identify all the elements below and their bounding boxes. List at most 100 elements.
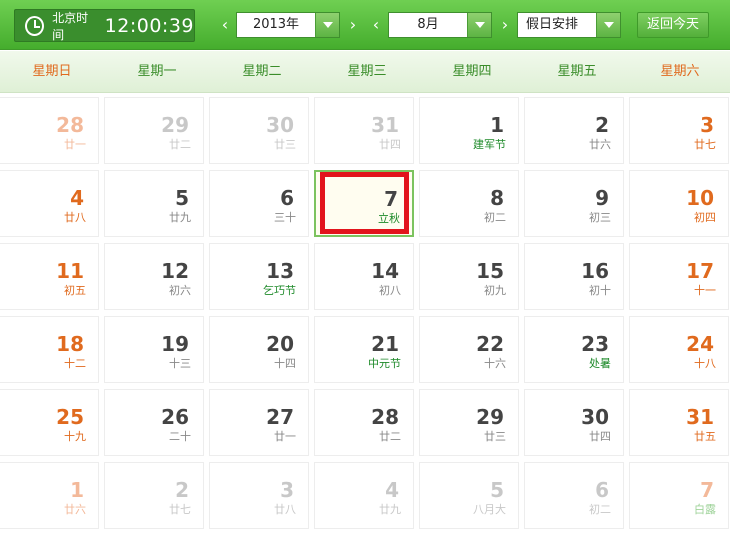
chevron-down-icon[interactable] bbox=[315, 13, 339, 37]
day-cell[interactable]: 18 十二 bbox=[0, 316, 99, 383]
lunar-date: 廿三 bbox=[274, 138, 296, 151]
lunar-date: 十三 bbox=[169, 357, 191, 370]
lunar-date: 廿八 bbox=[64, 211, 86, 224]
day-cell[interactable]: 26 二十 bbox=[104, 389, 204, 456]
prev-month-arrow-icon[interactable]: ‹ bbox=[369, 14, 383, 36]
day-cell[interactable]: 22 十六 bbox=[419, 316, 519, 383]
day-cell[interactable]: 8 初二 bbox=[419, 170, 519, 237]
day-cell[interactable]: 2 廿六 bbox=[524, 97, 624, 164]
day-cell[interactable]: 1 建军节 bbox=[419, 97, 519, 164]
day-cell[interactable]: 21 中元节 bbox=[314, 316, 414, 383]
lunar-date: 廿九 bbox=[169, 211, 191, 224]
day-cell[interactable]: 25 十九 bbox=[0, 389, 99, 456]
lunar-date: 廿一 bbox=[274, 430, 296, 443]
lunar-date: 廿一 bbox=[64, 138, 86, 151]
day-cell[interactable]: 5 八月大 bbox=[419, 462, 519, 529]
lunar-date: 八月大 bbox=[473, 503, 506, 516]
day-cell[interactable]: 2 廿七 bbox=[104, 462, 204, 529]
day-cell[interactable]: 30 廿四 bbox=[524, 389, 624, 456]
lunar-date: 十八 bbox=[694, 357, 716, 370]
weekday-wed: 星期三 bbox=[347, 64, 387, 79]
weekday-mon: 星期一 bbox=[137, 64, 177, 79]
prev-year-arrow-icon[interactable]: ‹ bbox=[218, 14, 232, 36]
day-cell[interactable]: 12 初六 bbox=[104, 243, 204, 310]
day-cell[interactable]: 29 廿三 bbox=[419, 389, 519, 456]
day-cell[interactable]: 28 廿二 bbox=[314, 389, 414, 456]
festival-label: 中元节 bbox=[368, 357, 401, 370]
lunar-date: 十六 bbox=[484, 357, 506, 370]
day-number: 9 bbox=[595, 186, 609, 210]
day-number: 11 bbox=[56, 259, 84, 283]
day-number: 16 bbox=[581, 259, 609, 283]
day-cell[interactable]: 30 廿三 bbox=[209, 97, 309, 164]
day-number: 18 bbox=[56, 332, 84, 356]
lunar-date: 廿四 bbox=[589, 430, 611, 443]
lunar-date: 十一 bbox=[694, 284, 716, 297]
day-number: 22 bbox=[476, 332, 504, 356]
day-cell-today[interactable]: 7 立秋 bbox=[314, 170, 414, 237]
chevron-down-icon[interactable] bbox=[467, 13, 491, 37]
lunar-date: 初二 bbox=[484, 211, 506, 224]
day-cell[interactable]: 5 廿九 bbox=[104, 170, 204, 237]
day-cell[interactable]: 20 十四 bbox=[209, 316, 309, 383]
month-select[interactable]: 8月 bbox=[388, 12, 492, 38]
day-number: 28 bbox=[371, 405, 399, 429]
lunar-date: 廿九 bbox=[379, 503, 401, 516]
day-cell[interactable]: 6 三十 bbox=[209, 170, 309, 237]
day-cell[interactable]: 7 白露 bbox=[629, 462, 729, 529]
day-number: 28 bbox=[56, 113, 84, 137]
day-cell[interactable]: 17 十一 bbox=[629, 243, 729, 310]
festival-label: 白露 bbox=[694, 503, 716, 516]
day-cell[interactable]: 1 廿六 bbox=[0, 462, 99, 529]
holiday-select[interactable]: 假日安排 bbox=[517, 12, 621, 38]
next-year-arrow-icon[interactable]: › bbox=[346, 14, 360, 36]
day-cell[interactable]: 15 初九 bbox=[419, 243, 519, 310]
clock-label: 北京时间 bbox=[52, 10, 89, 42]
day-number: 2 bbox=[175, 478, 189, 502]
chevron-down-icon[interactable] bbox=[596, 13, 620, 37]
day-cell[interactable]: 27 廿一 bbox=[209, 389, 309, 456]
festival-label: 处暑 bbox=[589, 357, 611, 370]
day-cell[interactable]: 9 初三 bbox=[524, 170, 624, 237]
lunar-date: 廿六 bbox=[589, 138, 611, 151]
day-number: 23 bbox=[581, 332, 609, 356]
day-cell[interactable]: 3 廿八 bbox=[209, 462, 309, 529]
day-cell[interactable]: 19 十三 bbox=[104, 316, 204, 383]
lunar-date: 十四 bbox=[274, 357, 296, 370]
day-cell[interactable]: 28 廿一 bbox=[0, 97, 99, 164]
day-number: 21 bbox=[371, 332, 399, 356]
next-month-arrow-icon[interactable]: › bbox=[498, 14, 512, 36]
day-number: 7 bbox=[700, 478, 714, 502]
day-cell[interactable]: 6 初二 bbox=[524, 462, 624, 529]
day-cell[interactable]: 31 廿五 bbox=[629, 389, 729, 456]
lunar-date: 廿六 bbox=[64, 503, 86, 516]
day-cell[interactable]: 24 十八 bbox=[629, 316, 729, 383]
day-cell[interactable]: 10 初四 bbox=[629, 170, 729, 237]
day-number: 25 bbox=[56, 405, 84, 429]
day-number: 1 bbox=[70, 478, 84, 502]
year-select[interactable]: 2013年 bbox=[236, 12, 340, 38]
lunar-date: 初二 bbox=[589, 503, 611, 516]
lunar-date: 初八 bbox=[379, 284, 401, 297]
day-number: 27 bbox=[266, 405, 294, 429]
return-today-button[interactable]: 返回今天 bbox=[637, 12, 709, 38]
day-cell[interactable]: 31 廿四 bbox=[314, 97, 414, 164]
day-number: 7 bbox=[384, 187, 398, 211]
day-number: 12 bbox=[161, 259, 189, 283]
day-number: 13 bbox=[266, 259, 294, 283]
day-cell[interactable]: 23 处暑 bbox=[524, 316, 624, 383]
day-cell[interactable]: 14 初八 bbox=[314, 243, 414, 310]
day-cell[interactable]: 29 廿二 bbox=[104, 97, 204, 164]
weekday-fri: 星期五 bbox=[557, 64, 597, 79]
weekday-sun: 星期日 bbox=[32, 64, 72, 79]
day-number: 20 bbox=[266, 332, 294, 356]
day-cell[interactable]: 16 初十 bbox=[524, 243, 624, 310]
lunar-date: 廿七 bbox=[694, 138, 716, 151]
day-cell[interactable]: 4 廿八 bbox=[0, 170, 99, 237]
day-cell[interactable]: 4 廿九 bbox=[314, 462, 414, 529]
day-cell[interactable]: 13 乞巧节 bbox=[209, 243, 309, 310]
day-cell[interactable]: 3 廿七 bbox=[629, 97, 729, 164]
day-number: 5 bbox=[490, 478, 504, 502]
lunar-date: 初三 bbox=[589, 211, 611, 224]
day-cell[interactable]: 11 初五 bbox=[0, 243, 99, 310]
